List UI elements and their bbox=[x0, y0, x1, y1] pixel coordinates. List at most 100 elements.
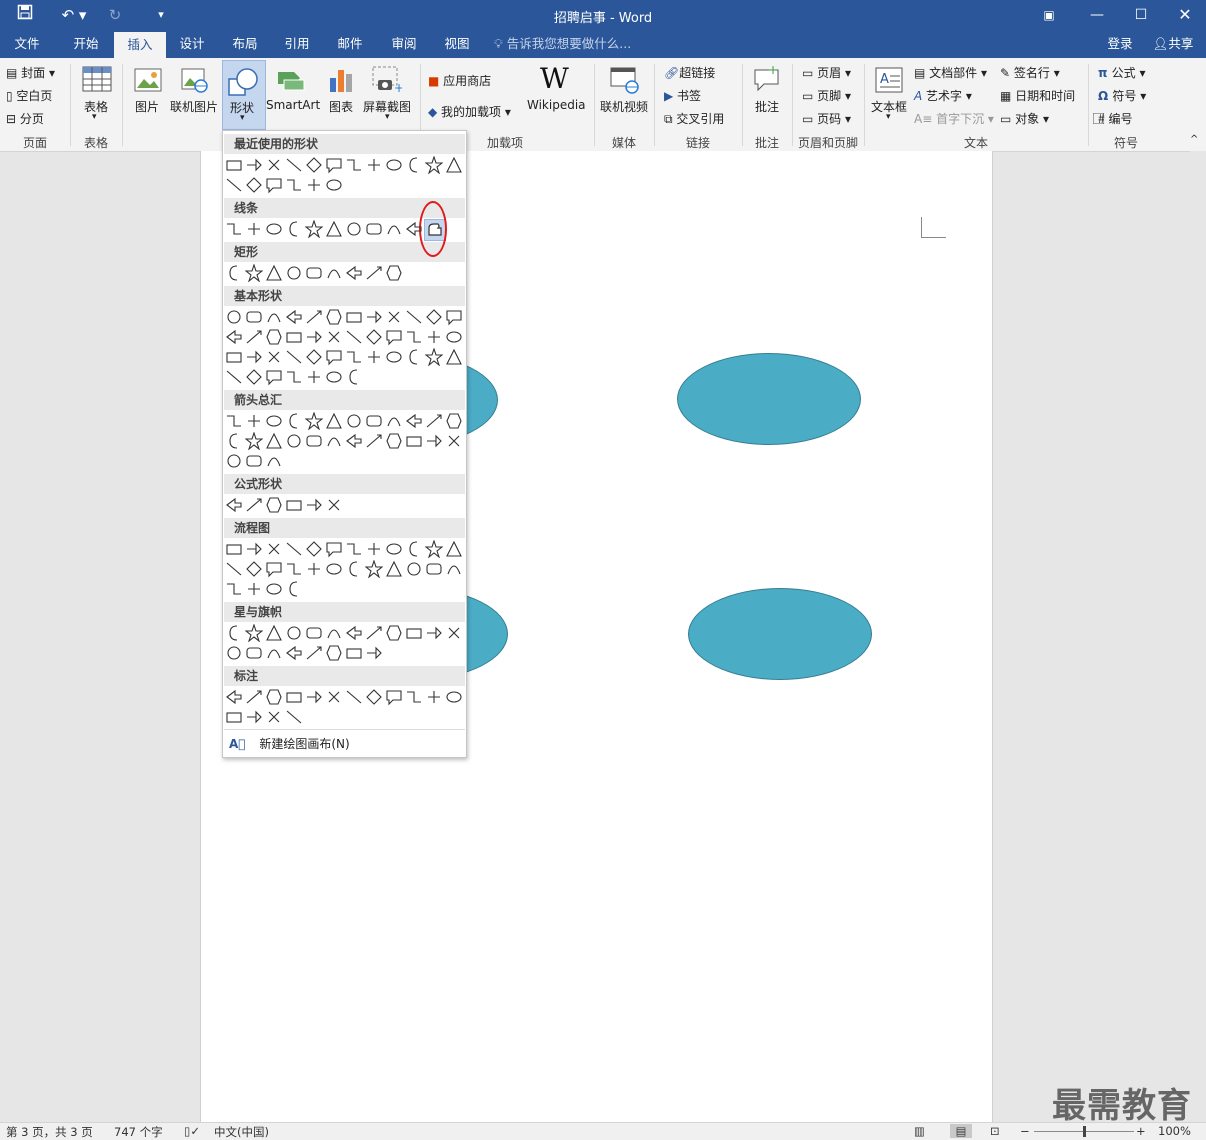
blank-page-button[interactable]: ▯ 空白页 bbox=[6, 87, 52, 104]
screenshot-icon[interactable]: + bbox=[372, 66, 404, 97]
shape-option[interactable] bbox=[325, 328, 343, 346]
shape-option[interactable] bbox=[425, 308, 443, 326]
shape-option[interactable] bbox=[445, 624, 463, 642]
shape-option[interactable] bbox=[305, 328, 323, 346]
shape-option[interactable] bbox=[244, 623, 264, 643]
shape-option[interactable] bbox=[325, 644, 343, 662]
shape-option[interactable] bbox=[245, 688, 263, 706]
shape-option[interactable] bbox=[325, 308, 343, 326]
shape-option[interactable] bbox=[365, 412, 383, 430]
tab-mailings[interactable]: 邮件 bbox=[327, 30, 373, 58]
wordart-button[interactable]: A 艺术字 ▾ bbox=[914, 87, 972, 104]
shape-option[interactable] bbox=[225, 368, 243, 386]
shape-option[interactable] bbox=[345, 220, 363, 238]
shape-option[interactable] bbox=[225, 708, 243, 726]
shape-option[interactable] bbox=[385, 688, 403, 706]
shape-option[interactable] bbox=[405, 560, 423, 578]
cross-reference-button[interactable]: ⧉ 交叉引用 bbox=[664, 110, 724, 127]
shape-option[interactable] bbox=[365, 540, 383, 558]
shape-option[interactable] bbox=[265, 624, 283, 642]
shape-option[interactable] bbox=[424, 155, 444, 175]
proofing-icon[interactable]: ▯✓ bbox=[184, 1124, 200, 1138]
ellipse-shape[interactable] bbox=[688, 588, 872, 680]
shape-option[interactable] bbox=[265, 432, 283, 450]
collapse-ribbon-icon[interactable]: ^ bbox=[1190, 134, 1198, 145]
shape-option[interactable] bbox=[385, 624, 403, 642]
shape-option[interactable] bbox=[445, 308, 463, 326]
smartart-button[interactable]: SmartArt bbox=[266, 98, 320, 112]
shape-option[interactable] bbox=[325, 560, 343, 578]
shape-option[interactable] bbox=[405, 156, 423, 174]
shape-option[interactable] bbox=[265, 644, 283, 662]
shape-option[interactable] bbox=[425, 560, 443, 578]
textbox-dropdown-icon[interactable]: ▾ bbox=[886, 112, 891, 122]
shape-option[interactable] bbox=[405, 348, 423, 366]
shape-option[interactable] bbox=[345, 264, 363, 282]
page-break-button[interactable]: ⊟ 分页 bbox=[6, 110, 44, 127]
tab-layout[interactable]: 布局 bbox=[222, 30, 268, 58]
shape-option[interactable] bbox=[245, 176, 263, 194]
shape-option[interactable] bbox=[305, 540, 323, 558]
shape-option[interactable] bbox=[285, 624, 303, 642]
shape-option[interactable] bbox=[405, 328, 423, 346]
shape-option[interactable] bbox=[245, 156, 263, 174]
page-number-button[interactable]: ▭ 页码 ▾ bbox=[802, 110, 851, 127]
vertical-scrollbar[interactable] bbox=[1190, 151, 1206, 1122]
shape-option[interactable] bbox=[425, 688, 443, 706]
shape-option[interactable] bbox=[265, 540, 283, 558]
shape-option[interactable] bbox=[345, 348, 363, 366]
shape-option[interactable] bbox=[285, 432, 303, 450]
shape-option[interactable] bbox=[225, 432, 243, 450]
shape-option[interactable] bbox=[285, 580, 303, 598]
zoom-slider-thumb[interactable] bbox=[1083, 1126, 1086, 1137]
shape-option[interactable] bbox=[305, 624, 323, 642]
shape-option[interactable] bbox=[225, 308, 243, 326]
shape-option[interactable] bbox=[425, 432, 443, 450]
shape-option[interactable] bbox=[245, 412, 263, 430]
number-button[interactable]: #⃞ 编号 bbox=[1098, 110, 1133, 127]
shape-option[interactable] bbox=[265, 308, 283, 326]
shape-option[interactable] bbox=[405, 412, 423, 430]
table-icon[interactable] bbox=[82, 66, 112, 95]
shape-option[interactable] bbox=[345, 688, 363, 706]
tab-design[interactable]: 设计 bbox=[168, 30, 216, 58]
shape-option[interactable] bbox=[265, 156, 283, 174]
shape-option[interactable] bbox=[245, 328, 263, 346]
shape-option[interactable] bbox=[285, 644, 303, 662]
shape-option[interactable] bbox=[305, 688, 323, 706]
tab-insert[interactable]: 插入 bbox=[114, 32, 166, 58]
hyperlink-button[interactable]: 🔗︎超链接 bbox=[664, 64, 715, 81]
maximize-icon[interactable]: ☐ bbox=[1118, 0, 1164, 30]
online-video-icon[interactable] bbox=[610, 66, 640, 97]
shape-option[interactable] bbox=[405, 624, 423, 642]
shape-option[interactable] bbox=[245, 496, 263, 514]
date-time-button[interactable]: ▦ 日期和时间 bbox=[1000, 87, 1075, 104]
shape-option[interactable] bbox=[345, 328, 363, 346]
shape-option[interactable] bbox=[385, 412, 403, 430]
new-drawing-canvas-item[interactable]: A⃝ 新建绘图画布(N) bbox=[229, 735, 459, 753]
shape-option[interactable] bbox=[365, 328, 383, 346]
shape-option[interactable] bbox=[365, 308, 383, 326]
shape-option[interactable] bbox=[325, 496, 343, 514]
shape-option[interactable] bbox=[385, 156, 403, 174]
smartart-icon[interactable] bbox=[276, 66, 306, 97]
shape-option[interactable] bbox=[325, 368, 343, 386]
shape-option[interactable] bbox=[305, 560, 323, 578]
shape-option[interactable] bbox=[365, 432, 383, 450]
tab-home[interactable]: 开始 bbox=[60, 30, 112, 58]
shape-option[interactable] bbox=[325, 264, 343, 282]
online-picture-button[interactable]: 联机图片 bbox=[170, 98, 218, 115]
shape-option[interactable] bbox=[265, 368, 283, 386]
shape-option[interactable] bbox=[225, 496, 243, 514]
shape-option[interactable] bbox=[225, 264, 243, 282]
shape-option[interactable] bbox=[325, 540, 343, 558]
shape-option[interactable] bbox=[325, 220, 343, 238]
shape-option[interactable] bbox=[305, 308, 323, 326]
shape-option[interactable] bbox=[265, 328, 283, 346]
shape-option[interactable] bbox=[365, 644, 383, 662]
shape-option[interactable] bbox=[265, 688, 283, 706]
shape-option[interactable] bbox=[424, 539, 444, 559]
shape-option[interactable] bbox=[385, 328, 403, 346]
drop-cap-button[interactable]: A≡ 首字下沉 ▾ bbox=[914, 110, 994, 127]
shape-option[interactable] bbox=[225, 540, 243, 558]
